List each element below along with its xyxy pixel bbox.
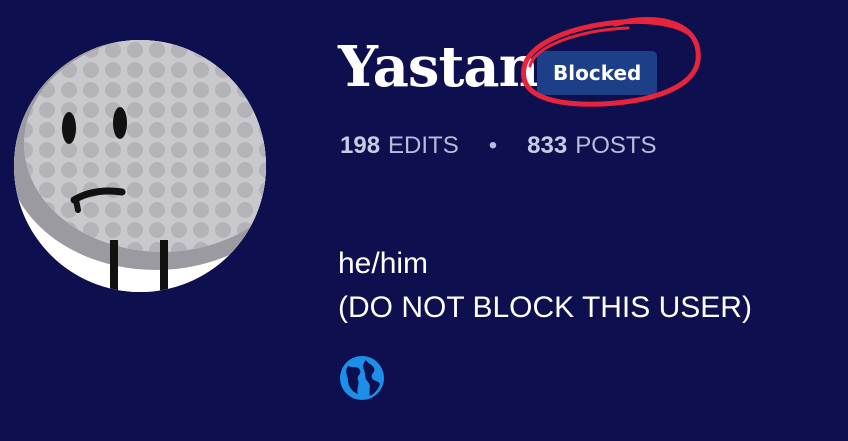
blocked-badge: Blocked xyxy=(537,51,658,95)
edits-stat[interactable]: 198 EDITS xyxy=(340,131,459,161)
globe-icon[interactable] xyxy=(338,354,386,402)
avatar[interactable] xyxy=(14,40,266,292)
posts-count: 833 xyxy=(527,132,568,159)
golf-ball-character-icon xyxy=(14,40,266,292)
posts-label: POSTS xyxy=(575,132,657,159)
user-stats: 198 EDITS • 833 POSTS xyxy=(340,131,657,161)
username: Yastan xyxy=(338,34,539,100)
bio-pronouns: he/him xyxy=(338,247,429,280)
stats-separator: • xyxy=(488,132,498,159)
posts-stat[interactable]: 833 POSTS xyxy=(527,131,656,161)
edits-label: EDITS xyxy=(388,132,459,159)
bio-note: (DO NOT BLOCK THIS USER) xyxy=(338,291,752,324)
edits-count: 198 xyxy=(340,132,381,159)
user-bio: he/him (DO NOT BLOCK THIS USER) xyxy=(338,242,752,330)
